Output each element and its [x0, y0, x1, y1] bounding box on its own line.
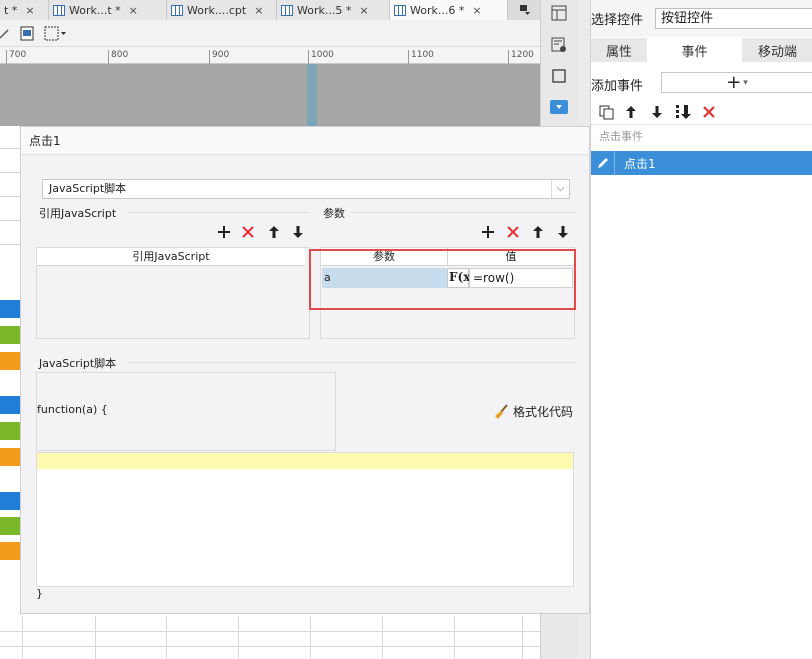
ruler-tick: 1200 [508, 50, 534, 64]
tab-label: Work...t * [69, 3, 121, 17]
closing-brace: } [36, 587, 43, 600]
tab-properties[interactable]: 属性 [591, 38, 647, 62]
ref-js-section-title: 引用JavaScript [39, 207, 117, 220]
tab-close-icon[interactable]: × [472, 4, 481, 17]
copy-icon[interactable] [596, 102, 616, 122]
document-tab[interactable]: Work...5 * × [277, 0, 390, 20]
ruler-tick: 700 [6, 50, 26, 64]
add-event-button[interactable]: + ▾ [661, 72, 812, 93]
cell-color-orange [0, 448, 20, 466]
cell-color-orange [0, 352, 20, 370]
event-list-header: 点击事件 [591, 124, 812, 150]
chevron-down-icon: ▾ [743, 77, 748, 88]
ruler-tick: 900 [209, 50, 229, 64]
report-file-icon [171, 4, 183, 16]
move-up-icon[interactable] [265, 223, 283, 241]
tab-close-icon[interactable]: × [254, 4, 263, 17]
cell-color-blue [0, 300, 20, 318]
document-tab[interactable]: t * × [0, 0, 49, 20]
delete-icon[interactable] [239, 223, 257, 241]
design-canvas[interactable] [0, 64, 540, 126]
document-tab[interactable]: Work...t * × [49, 0, 167, 20]
tab-close-icon[interactable]: × [25, 4, 34, 17]
chevron-down-icon[interactable]: ⌵ [551, 180, 569, 198]
tab-events[interactable]: 事件 [647, 38, 742, 62]
horizontal-ruler: 700 800 900 1000 1100 1200 [0, 47, 540, 64]
document-tab[interactable]: Work....cpt × [167, 0, 277, 20]
tab-mobile[interactable]: 移动端 [742, 38, 812, 62]
dialog-title: 点击1 [21, 127, 589, 155]
code-editor[interactable] [36, 452, 574, 587]
report-file-icon [394, 4, 406, 16]
add-event-label: 添加事件 [591, 79, 644, 94]
tab-label: Work....cpt [187, 3, 247, 17]
annotation-highlight-box [309, 249, 576, 310]
event-list-item[interactable]: 点击1 [591, 151, 812, 175]
move-up-icon[interactable] [621, 102, 641, 122]
event-toolbar [591, 100, 812, 124]
select-control-label: 选择控件 [591, 13, 644, 28]
document-tab-active[interactable]: Work...6 * × [390, 0, 508, 20]
function-signature: function(a) { [37, 403, 108, 416]
cell-color-green [0, 326, 20, 344]
panel-tabs: 属性 事件 移动端 [591, 38, 812, 62]
tab-overflow-icon[interactable] [510, 0, 540, 20]
move-up-icon[interactable] [529, 223, 547, 241]
params-section-title: 参数 [323, 207, 345, 220]
tab-close-icon[interactable]: × [359, 4, 368, 17]
tab-label: Work...5 * [297, 3, 352, 17]
event-type-value: JavaScript脚本 [49, 182, 127, 195]
cell-color-blue [0, 396, 20, 414]
control-select-bar: 选择控件 按钮控件 [591, 0, 812, 37]
format-code-button[interactable]: 格式化代码 [493, 403, 573, 420]
ruler-tick: 1100 [408, 50, 434, 64]
move-down-icon[interactable] [647, 102, 667, 122]
cell-color-orange [0, 542, 20, 560]
cell-color-green [0, 517, 20, 535]
add-icon[interactable] [479, 223, 497, 241]
control-properties-icon[interactable] [550, 98, 568, 116]
move-down-icon[interactable] [554, 223, 572, 241]
format-code-label: 格式化代码 [513, 405, 574, 419]
document-tab-bar: t * × Work...t * × Work....cpt × Work...… [0, 0, 540, 20]
report-file-icon [281, 4, 293, 16]
form-icon[interactable] [20, 26, 34, 44]
format-painter-icon[interactable] [0, 26, 10, 43]
move-down-icon[interactable] [289, 223, 307, 241]
edit-pencil-icon[interactable] [591, 151, 615, 175]
ruler-tick: 800 [108, 50, 128, 64]
delete-icon[interactable] [504, 223, 522, 241]
cell-attribute-icon[interactable] [550, 4, 568, 22]
editor-toolbar [0, 20, 540, 47]
control-type-select[interactable]: 按钮控件 [655, 8, 812, 29]
add-icon[interactable] [215, 223, 233, 241]
cell-color-green [0, 422, 20, 440]
ruler-tick: 1000 [308, 50, 334, 64]
border-style-icon[interactable] [44, 26, 68, 44]
table-header: 引用JavaScript [37, 248, 305, 266]
frame-icon[interactable] [550, 67, 568, 85]
broom-icon [493, 403, 509, 420]
cell-color-blue [0, 492, 20, 510]
add-icon: + [726, 72, 742, 93]
code-current-line[interactable] [37, 453, 573, 469]
tab-label: Work...6 * [410, 3, 465, 17]
report-file-icon [53, 4, 65, 16]
ref-js-table[interactable]: 引用JavaScript [36, 247, 310, 339]
event-label: 点击1 [624, 156, 656, 171]
column-marker[interactable] [307, 64, 317, 126]
widget-settings-icon[interactable] [550, 36, 568, 54]
move-to-bottom-icon[interactable] [673, 102, 693, 122]
event-type-select[interactable]: JavaScript脚本 ⌵ [42, 179, 570, 199]
properties-panel: 选择控件 按钮控件 属性 事件 移动端 添加事件 + ▾ 点击事件 点击1 [590, 0, 812, 659]
event-editor-dialog: 点击1 JavaScript脚本 ⌵ 引用JavaScript 引用JavaSc… [20, 126, 590, 614]
tab-label: t * [4, 3, 18, 17]
tab-close-icon[interactable]: × [129, 4, 138, 17]
js-section-title: JavaScript脚本 [39, 357, 117, 370]
delete-icon[interactable] [699, 102, 719, 122]
